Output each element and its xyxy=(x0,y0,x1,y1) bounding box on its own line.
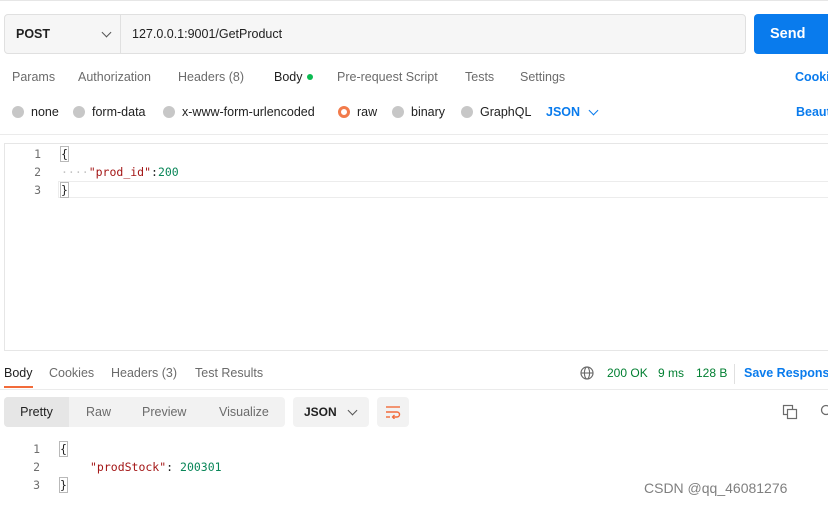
url-input[interactable]: 127.0.0.1:9001/GetProduct xyxy=(121,15,745,53)
chevron-down-icon xyxy=(588,105,599,115)
line-number: 3 xyxy=(33,478,40,492)
chevron-down-icon xyxy=(347,405,358,415)
response-format-label: JSON xyxy=(304,405,337,419)
raw-format-label: JSON xyxy=(546,105,581,119)
divider xyxy=(734,364,735,384)
close-brace: } xyxy=(59,477,68,493)
radio-circle xyxy=(73,106,85,118)
tab-pre-request-script[interactable]: Pre-request Script xyxy=(337,70,438,84)
tab-params[interactable]: Params xyxy=(12,70,55,84)
radio-circle xyxy=(461,106,473,118)
send-button[interactable]: Send xyxy=(754,14,828,54)
tab-authorization[interactable]: Authorization xyxy=(78,70,151,84)
response-line-2: "prodStock": 200301 xyxy=(90,460,222,474)
body-modified-dot xyxy=(306,73,313,80)
open-brace: { xyxy=(59,441,68,457)
radio-x-www-form-urlencoded[interactable]: x-www-form-urlencoded xyxy=(163,105,315,119)
radio-circle xyxy=(392,106,404,118)
radio-graphql-label: GraphQL xyxy=(480,105,532,119)
indent-whitespace: ···· xyxy=(61,165,89,179)
radio-form-data[interactable]: form-data xyxy=(73,105,146,119)
open-brace: { xyxy=(60,146,69,162)
radio-binary[interactable]: binary xyxy=(392,105,445,119)
response-line-1: { xyxy=(59,441,68,457)
response-time[interactable]: 9 ms xyxy=(658,366,684,380)
tab-tests[interactable]: Tests xyxy=(465,70,494,84)
wrap-lines-icon xyxy=(386,406,401,419)
status-code[interactable]: 200 OK xyxy=(607,366,648,380)
response-size[interactable]: 128 B xyxy=(696,366,727,380)
request-body-editor[interactable]: 1 2 3 { ····"prod_id":200 } xyxy=(4,143,828,351)
radio-raw-label: raw xyxy=(357,105,378,119)
json-key: "prod_id" xyxy=(88,165,152,179)
response-tab-headers[interactable]: Headers (3) xyxy=(111,366,177,380)
response-tab-cookies[interactable]: Cookies xyxy=(49,366,94,380)
view-mode-selector: Pretty Raw Preview Visualize xyxy=(4,397,285,427)
json-key: "prodStock" xyxy=(90,460,167,474)
url-bar: POST 127.0.0.1:9001/GetProduct xyxy=(4,14,746,54)
method-select[interactable]: POST xyxy=(5,15,121,53)
method-label: POST xyxy=(16,27,51,41)
response-tab-test-results[interactable]: Test Results xyxy=(195,366,263,380)
view-visualize[interactable]: Visualize xyxy=(219,397,269,427)
tab-headers[interactable]: Headers (8) xyxy=(178,70,244,84)
radio-raw[interactable]: raw xyxy=(338,105,377,119)
tab-settings[interactable]: Settings xyxy=(520,70,565,84)
divider xyxy=(0,134,828,135)
url-text: 127.0.0.1:9001/GetProduct xyxy=(132,27,283,41)
line-number: 1 xyxy=(33,442,40,456)
tab-body-label: Body xyxy=(274,70,303,84)
radio-urlencoded-label: x-www-form-urlencoded xyxy=(182,105,315,119)
radio-form-data-label: form-data xyxy=(92,105,146,119)
response-format-dropdown[interactable]: JSON xyxy=(293,397,369,427)
radio-none[interactable]: none xyxy=(12,105,59,119)
view-pretty[interactable]: Pretty xyxy=(4,397,69,427)
response-tab-body[interactable]: Body xyxy=(4,366,33,388)
response-line-3: } xyxy=(59,477,68,493)
beautify-link[interactable]: Beaut xyxy=(796,105,828,119)
radio-circle xyxy=(12,106,24,118)
code-line-2: ····"prod_id":200 xyxy=(61,165,179,179)
save-response-button[interactable]: Save Response xyxy=(744,366,828,380)
divider xyxy=(0,389,828,390)
line-number: 1 xyxy=(34,147,41,161)
view-preview[interactable]: Preview xyxy=(142,397,186,427)
cookies-link[interactable]: Cooki xyxy=(795,70,828,84)
radio-circle-selected xyxy=(338,106,350,118)
radio-binary-label: binary xyxy=(411,105,446,119)
body-type-radios: none form-data x-www-form-urlencoded raw… xyxy=(0,105,828,123)
radio-graphql[interactable]: GraphQL xyxy=(461,105,531,119)
line-number: 2 xyxy=(34,165,41,179)
line-number: 2 xyxy=(33,460,40,474)
json-value: 200 xyxy=(157,165,179,179)
view-raw[interactable]: Raw xyxy=(86,397,111,427)
radio-none-label: none xyxy=(31,105,59,119)
watermark: CSDN @qq_46081276 xyxy=(644,480,788,496)
raw-format-dropdown[interactable]: JSON xyxy=(546,105,599,119)
json-colon: : xyxy=(166,460,181,474)
tab-body[interactable]: Body xyxy=(274,70,313,84)
current-line-highlight xyxy=(58,181,828,198)
radio-circle xyxy=(163,106,175,118)
chevron-down-icon xyxy=(101,27,112,37)
copy-icon[interactable] xyxy=(782,404,798,420)
code-line-3: } xyxy=(60,182,69,198)
globe-icon[interactable] xyxy=(580,366,594,380)
line-number: 3 xyxy=(34,183,41,197)
json-value: 200301 xyxy=(180,460,222,474)
search-icon[interactable] xyxy=(820,404,828,418)
top-border xyxy=(0,0,828,1)
json-colon: : xyxy=(151,165,158,179)
wrap-lines-button[interactable] xyxy=(377,397,409,427)
close-brace: } xyxy=(60,182,69,198)
code-line-1: { xyxy=(60,146,69,162)
